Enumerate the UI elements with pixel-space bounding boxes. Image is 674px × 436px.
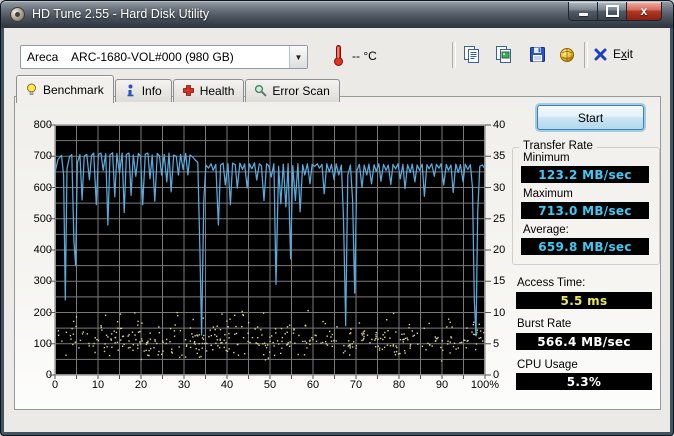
minimize-button[interactable] (568, 2, 598, 21)
tab-error-scan[interactable]: Error Scan (245, 79, 340, 102)
web-icon[interactable] (558, 45, 577, 64)
copy-image-icon[interactable] (494, 45, 513, 64)
average-label: Average: (523, 224, 569, 236)
toolbar-separator (452, 42, 456, 68)
toolbar-separator (584, 42, 588, 68)
drive-select[interactable]: Areca ARC-1680-VOL#000 (980 GB) ▼ (20, 45, 308, 69)
right-axis-tick: 40 (493, 119, 506, 131)
exit-button[interactable]: Exit (594, 47, 633, 61)
caption-buttons: x (568, 2, 662, 21)
right-axis-tick: 20 (493, 244, 506, 256)
lightbulb-icon (27, 83, 36, 95)
right-axis-tick: 15 (493, 275, 506, 288)
thermometer-icon (334, 45, 343, 66)
minimum-label: Minimum (523, 152, 570, 164)
tab-benchmark[interactable]: Benchmark (16, 75, 114, 103)
start-button-label: Start (577, 110, 604, 125)
maximize-button[interactable] (598, 2, 626, 21)
drive-select-value: Areca ARC-1680-VOL#000 (980 GB) (27, 50, 234, 64)
right-axis-tick: 30 (493, 181, 506, 194)
tabstrip: Benchmark Info Health Error Scan (16, 75, 341, 103)
exit-x-icon (594, 48, 607, 60)
tab-health[interactable]: Health (172, 79, 245, 102)
save-icon[interactable] (528, 45, 547, 64)
titlebar[interactable]: HD Tune 2.55 - Hard Disk Utility x (1, 1, 673, 28)
minimize-icon (578, 13, 588, 16)
transfer-rate-group-title: Transfer Rate (519, 140, 597, 152)
access-time-label: Access Time: (517, 277, 586, 289)
tab-label: Health (199, 83, 235, 98)
copy-text-icon[interactable] (462, 45, 481, 64)
cpu-usage-label: CPU Usage (517, 359, 578, 371)
tab-info[interactable]: Info (114, 79, 172, 102)
maximize-icon (605, 5, 619, 17)
minimum-value: 123.2 MB/sec (521, 166, 649, 183)
right-axis-tick: 35 (493, 150, 506, 163)
access-time-value: 5.5 ms (516, 292, 652, 309)
tab-label: Error Scan (272, 83, 330, 98)
app-icon (10, 7, 25, 22)
burst-rate-value: 566.4 MB/sec (516, 333, 652, 350)
left-axis-ticks: 800 700 600 500 400 300 200 100 0 (10, 119, 52, 381)
magnifier-icon (255, 84, 267, 97)
right-axis-tick: 10 (493, 306, 506, 319)
tab-label: Benchmark (43, 82, 104, 97)
start-button[interactable]: Start (537, 105, 644, 130)
app-window: HD Tune 2.55 - Hard Disk Utility x Areca… (0, 0, 674, 436)
right-axis-tick: 25 (493, 212, 506, 225)
chart-canvas (49, 124, 491, 379)
info-icon (127, 84, 134, 97)
chevron-down-icon[interactable]: ▼ (289, 46, 307, 68)
tab-label: Info (141, 83, 162, 98)
health-cross-icon (182, 85, 194, 96)
right-axis-tick: 5 (493, 337, 500, 350)
temperature-value: -- °C (352, 49, 377, 63)
close-button[interactable]: x (626, 2, 662, 21)
benchmark-chart (49, 124, 491, 379)
exit-label: Exit (613, 47, 634, 61)
maximum-value: 713.0 MB/sec (521, 202, 649, 219)
average-value: 659.8 MB/sec (521, 238, 649, 255)
cpu-usage-value: 5.3% (516, 373, 652, 390)
maximum-label: Maximum (523, 188, 573, 200)
burst-rate-label: Burst Rate (517, 318, 572, 330)
window-title: HD Tune 2.55 - Hard Disk Utility (32, 7, 210, 21)
